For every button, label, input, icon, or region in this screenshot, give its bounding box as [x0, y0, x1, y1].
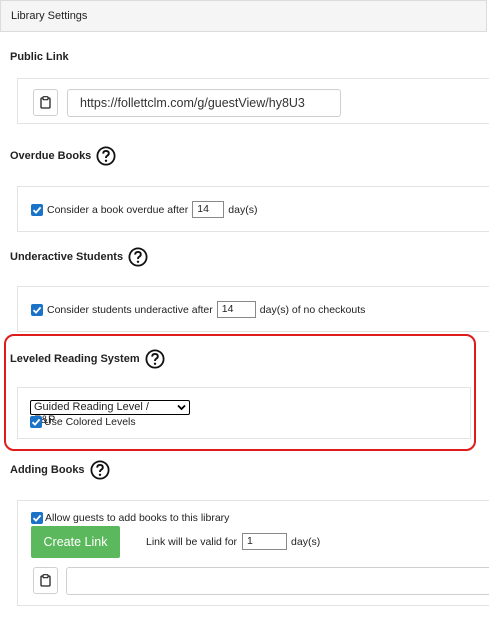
underactive-row: Consider students underactive after 14 d…	[31, 301, 365, 318]
colored-levels-row: Use Colored Levels	[30, 416, 136, 428]
allow-guests-checkbox[interactable]	[31, 512, 43, 524]
overdue-days-input[interactable]: 14	[192, 201, 225, 218]
check-icon	[32, 514, 42, 522]
link-validity-value: 1	[247, 535, 253, 547]
overdue-checkbox[interactable]	[31, 203, 43, 216]
adding-box: Allow guests to add books to this librar…	[17, 500, 489, 606]
check-icon	[32, 206, 42, 214]
overdue-row: Consider a book overdue after 14 day(s)	[31, 201, 257, 218]
link-validity-row: Link will be valid for 1 day(s)	[146, 533, 320, 550]
underactive-days-value: 14	[221, 303, 234, 315]
check-icon	[32, 306, 42, 314]
link-validity-label: Link will be valid for	[146, 535, 238, 548]
adding-title: Adding Books	[10, 460, 110, 480]
leveled-title-text: Leveled Reading System	[10, 353, 140, 365]
question-circle-icon[interactable]	[128, 247, 148, 267]
public-link-title-text: Public Link	[10, 51, 69, 63]
overdue-title-text: Overdue Books	[10, 150, 92, 162]
panel-title: Library Settings	[11, 10, 88, 22]
colored-levels-checkbox[interactable]	[30, 416, 42, 428]
adding-title-text: Adding Books	[10, 464, 85, 476]
create-link-label: Create Link	[43, 535, 108, 549]
overdue-label: Consider a book overdue after	[47, 203, 189, 216]
underactive-title-text: Underactive Students	[10, 251, 124, 263]
link-validity-input[interactable]: 1	[242, 533, 288, 550]
leveled-title: Leveled Reading System	[10, 349, 165, 369]
underactive-label: Consider students underactive after	[47, 303, 213, 316]
link-validity-unit: day(s)	[291, 535, 321, 548]
allow-guests-label: Allow guests to add books to this librar…	[45, 512, 230, 524]
check-icon	[31, 418, 41, 426]
underactive-unit: day(s) of no checkouts	[259, 303, 366, 316]
create-link-button[interactable]: Create Link	[31, 526, 120, 558]
underactive-days-input[interactable]: 14	[216, 301, 256, 318]
allow-guests-row: Allow guests to add books to this librar…	[31, 512, 229, 524]
question-circle-icon[interactable]	[90, 460, 110, 480]
question-circle-icon[interactable]	[145, 349, 165, 369]
overdue-box: Consider a book overdue after 14 day(s)	[17, 186, 489, 232]
public-link-box: https://follettclm.com/g/guestView/hy8U3	[17, 78, 489, 124]
underactive-box: Consider students underactive after 14 d…	[17, 286, 489, 332]
public-link-title: Public Link	[10, 51, 69, 63]
public-link-url: https://follettclm.com/g/guestView/hy8U3	[80, 96, 305, 110]
leveled-box: Guided Reading Level / F&P Use Colored L…	[17, 387, 471, 439]
panel-header: Library Settings	[0, 0, 487, 32]
question-circle-icon[interactable]	[96, 146, 116, 166]
clipboard-icon	[40, 96, 51, 109]
copy-public-link-button[interactable]	[33, 89, 58, 116]
copy-guest-link-button[interactable]	[33, 567, 58, 594]
public-link-field[interactable]: https://follettclm.com/g/guestView/hy8U3	[67, 89, 341, 117]
clipboard-icon	[40, 574, 51, 587]
guest-link-field[interactable]	[66, 567, 489, 595]
underactive-title: Underactive Students	[10, 247, 148, 267]
overdue-days-value: 14	[197, 203, 209, 215]
chevron-down-icon	[177, 404, 186, 411]
colored-levels-label: Use Colored Levels	[44, 416, 136, 428]
overdue-title: Overdue Books	[10, 146, 116, 166]
leveled-system-select[interactable]: Guided Reading Level / F&P	[30, 400, 190, 426]
underactive-checkbox[interactable]	[31, 303, 43, 316]
overdue-unit: day(s)	[228, 203, 258, 216]
